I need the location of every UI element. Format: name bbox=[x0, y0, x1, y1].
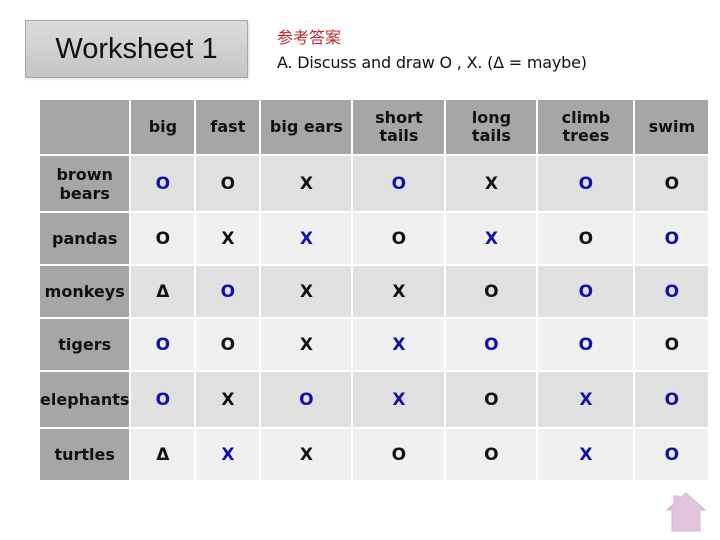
mark-cell: X bbox=[353, 319, 445, 370]
mark-cell: O bbox=[635, 156, 709, 211]
column-header: climb trees bbox=[538, 100, 634, 154]
table-header-row: big fast big ears short tails long tails c… bbox=[40, 100, 709, 154]
column-header: short tails bbox=[353, 100, 445, 154]
mark-cell: O bbox=[446, 266, 537, 317]
table-row: pandas O X X O X O O bbox=[40, 213, 709, 264]
mark-cell: O bbox=[131, 372, 195, 427]
table-row: brown bears O O X O X O O bbox=[40, 156, 709, 211]
mark-cell: O bbox=[131, 156, 195, 211]
mark-cell: O bbox=[538, 319, 634, 370]
mark-cell: X bbox=[538, 429, 634, 480]
mark-cell: O bbox=[538, 156, 634, 211]
mark-cell: X bbox=[261, 319, 352, 370]
row-header: monkeys bbox=[40, 266, 130, 317]
mark-cell: X bbox=[261, 156, 352, 211]
mark-cell: X bbox=[353, 372, 445, 427]
mark-cell: O bbox=[196, 156, 260, 211]
column-header: big bbox=[131, 100, 195, 154]
mark-cell: X bbox=[353, 266, 445, 317]
instruction-text: A. Discuss and draw O , X. (Δ = maybe) bbox=[277, 53, 587, 72]
column-header: big ears bbox=[261, 100, 352, 154]
mark-cell: O bbox=[261, 372, 352, 427]
mark-cell: O bbox=[635, 266, 709, 317]
table-row: tigers O O X X O O O bbox=[40, 319, 709, 370]
mark-cell: O bbox=[538, 213, 634, 264]
mark-cell: O bbox=[196, 266, 260, 317]
mark-cell: O bbox=[538, 266, 634, 317]
mark-cell: Δ bbox=[131, 429, 195, 480]
corner-cell bbox=[40, 100, 130, 154]
mark-cell: O bbox=[635, 319, 709, 370]
mark-cell: X bbox=[196, 213, 260, 264]
mark-cell: O bbox=[446, 319, 537, 370]
home-icon[interactable] bbox=[664, 490, 708, 534]
table-row: elephants O X O X O X O bbox=[40, 372, 709, 427]
mark-cell: X bbox=[261, 266, 352, 317]
mark-cell: O bbox=[196, 319, 260, 370]
worksheet-title: Worksheet 1 bbox=[25, 20, 248, 78]
table-row: monkeys Δ O X X O O O bbox=[40, 266, 709, 317]
mark-cell: O bbox=[353, 213, 445, 264]
mark-cell: X bbox=[196, 372, 260, 427]
mark-cell: X bbox=[538, 372, 634, 427]
mark-cell: X bbox=[261, 213, 352, 264]
column-header: fast bbox=[196, 100, 260, 154]
mark-cell: X bbox=[196, 429, 260, 480]
row-header: brown bears bbox=[40, 156, 130, 211]
mark-cell: O bbox=[131, 319, 195, 370]
column-header: long tails bbox=[446, 100, 537, 154]
row-header: tigers bbox=[40, 319, 130, 370]
mark-cell: O bbox=[446, 372, 537, 427]
row-header: turtles bbox=[40, 429, 130, 480]
table-row: turtles Δ X X O O X O bbox=[40, 429, 709, 480]
mark-cell: O bbox=[353, 156, 445, 211]
mark-cell: O bbox=[635, 213, 709, 264]
row-header: pandas bbox=[40, 213, 130, 264]
mark-cell: O bbox=[635, 372, 709, 427]
mark-cell: O bbox=[353, 429, 445, 480]
mark-cell: O bbox=[446, 429, 537, 480]
mark-cell: X bbox=[446, 156, 537, 211]
mark-cell: X bbox=[261, 429, 352, 480]
column-header: swim bbox=[635, 100, 709, 154]
answer-key-label: 参考答案 bbox=[277, 28, 342, 47]
mark-cell: O bbox=[131, 213, 195, 264]
row-header: elephants bbox=[40, 372, 130, 427]
animal-traits-table: big fast big ears short tails long tails c… bbox=[38, 98, 710, 482]
mark-cell: O bbox=[635, 429, 709, 480]
mark-cell: X bbox=[446, 213, 537, 264]
mark-cell: Δ bbox=[131, 266, 195, 317]
